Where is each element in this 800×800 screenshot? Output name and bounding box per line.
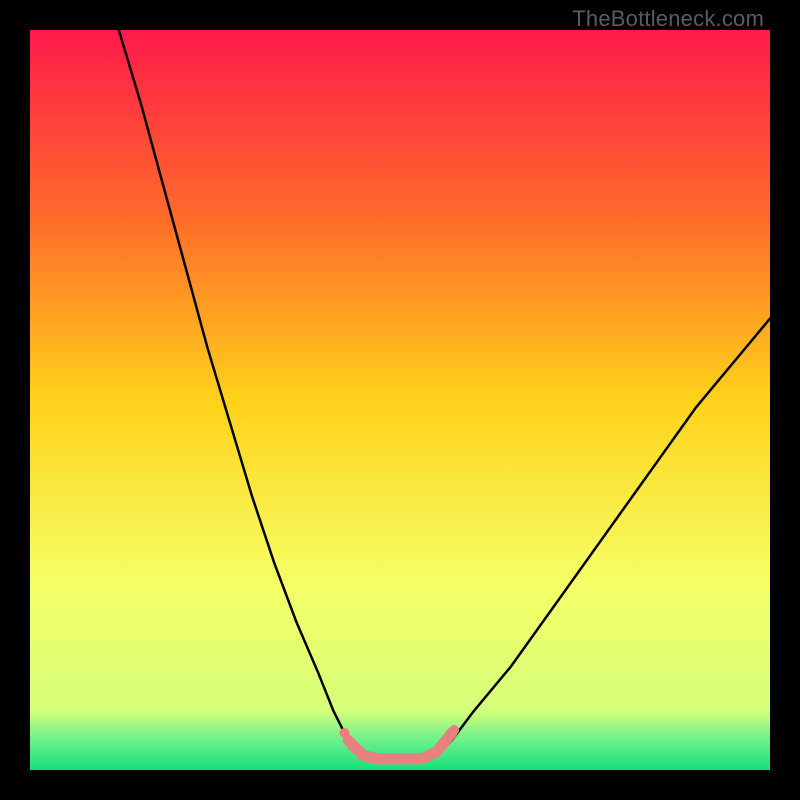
marker-point [340,728,350,738]
marker-point [367,754,377,764]
marker-point [449,725,459,735]
chart-svg [30,30,770,770]
marker-point [410,754,420,764]
marker-point [348,741,358,751]
plot-area [30,30,770,770]
marker-point [395,754,405,764]
watermark-text: TheBottleneck.com [572,6,764,32]
marker-point [432,747,442,757]
marker-point [380,754,390,764]
marker-point [422,752,432,762]
outer-frame: TheBottleneck.com [0,0,800,800]
marker-point [357,750,367,760]
gradient-background [30,30,770,770]
